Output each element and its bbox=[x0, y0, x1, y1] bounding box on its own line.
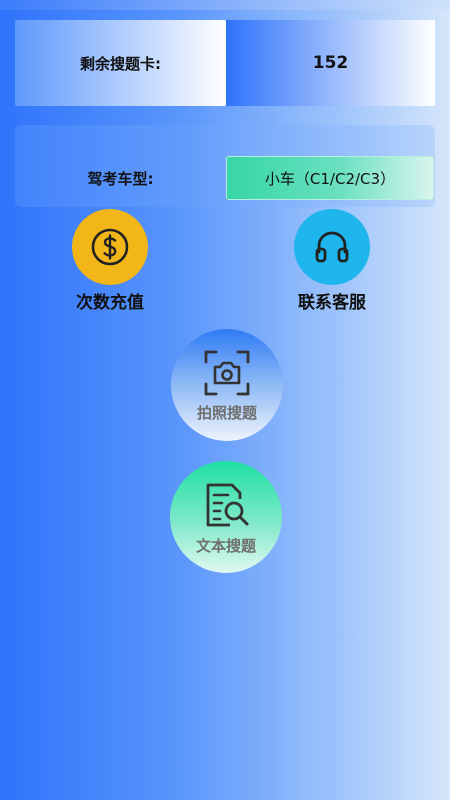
status-bar bbox=[0, 0, 450, 10]
text-search-button[interactable]: 文本搜题 bbox=[170, 461, 282, 573]
photo-search-button[interactable]: 拍照搜题 bbox=[171, 329, 283, 441]
customer-service-circle[interactable] bbox=[294, 209, 370, 285]
vehicle-type-label: 驾考车型: bbox=[87, 169, 154, 188]
customer-service-button[interactable]: 联系客服 bbox=[294, 209, 370, 313]
vehicle-type-select[interactable]: 小车（C1/C2/C3） bbox=[226, 156, 434, 200]
text-search-label: 文本搜题 bbox=[195, 536, 256, 555]
remaining-cards-label: 剩余搜题卡: bbox=[15, 20, 226, 106]
camera-scan-icon bbox=[204, 350, 250, 395]
dollar-icon bbox=[91, 228, 129, 266]
recharge-button[interactable]: 次数充值 bbox=[72, 209, 148, 313]
document-search-icon bbox=[206, 483, 249, 526]
remaining-cards-count: 152 bbox=[226, 20, 435, 106]
headphones-icon bbox=[315, 231, 349, 263]
customer-service-label: 联系客服 bbox=[298, 293, 366, 313]
recharge-label: 次数充值 bbox=[76, 293, 144, 313]
recharge-circle[interactable] bbox=[72, 209, 148, 285]
photo-search-label: 拍照搜题 bbox=[196, 403, 257, 422]
remaining-cards-row: 剩余搜题卡: 152 bbox=[15, 20, 435, 106]
